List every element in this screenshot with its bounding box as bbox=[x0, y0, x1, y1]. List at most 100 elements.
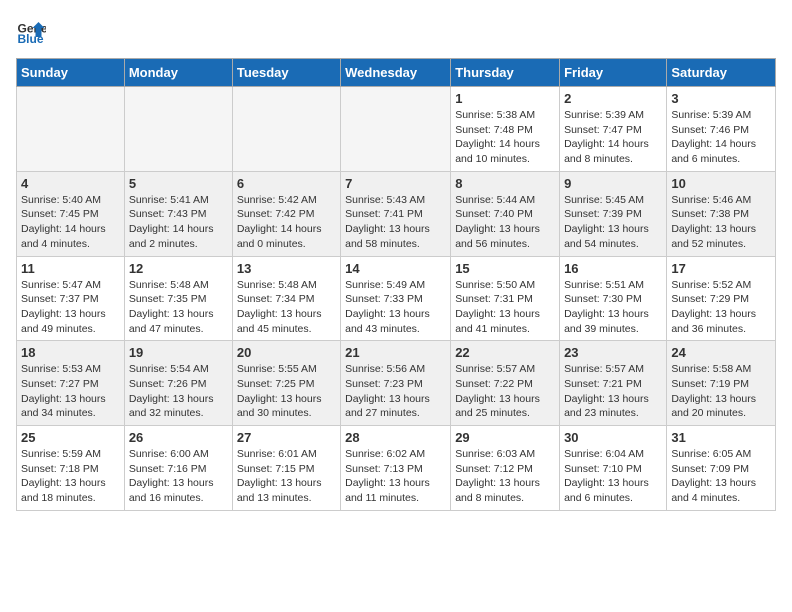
day-info: Sunrise: 5:56 AM Sunset: 7:23 PM Dayligh… bbox=[345, 362, 446, 421]
day-number: 7 bbox=[345, 176, 446, 191]
day-info: Sunrise: 5:57 AM Sunset: 7:22 PM Dayligh… bbox=[455, 362, 555, 421]
day-cell-6: 6 Sunrise: 5:42 AM Sunset: 7:42 PM Daylig… bbox=[232, 171, 340, 256]
empty-cell bbox=[341, 87, 451, 172]
day-info: Sunrise: 5:41 AM Sunset: 7:43 PM Dayligh… bbox=[129, 193, 228, 252]
day-cell-2: 2 Sunrise: 5:39 AM Sunset: 7:47 PM Daylig… bbox=[560, 87, 667, 172]
day-number: 27 bbox=[237, 430, 336, 445]
day-cell-13: 13 Sunrise: 5:48 AM Sunset: 7:34 PM Dayli… bbox=[232, 256, 340, 341]
day-cell-15: 15Sunrise: 5:50 AM Sunset: 7:31 PM Dayli… bbox=[451, 256, 560, 341]
day-cell-4: 4 Sunrise: 5:40 AM Sunset: 7:45 PM Daylig… bbox=[17, 171, 125, 256]
day-cell-18: 18 Sunrise: 5:53 AM Sunset: 7:27 PM Dayli… bbox=[17, 341, 125, 426]
day-number: 6 bbox=[237, 176, 336, 191]
day-number: 29 bbox=[455, 430, 555, 445]
day-info: Sunrise: 5:47 AM Sunset: 7:37 PM Dayligh… bbox=[21, 278, 120, 337]
day-number: 19 bbox=[129, 345, 228, 360]
day-info: Sunrise: 5:43 AM Sunset: 7:41 PM Dayligh… bbox=[345, 193, 446, 252]
day-cell-14: 14Sunrise: 5:49 AM Sunset: 7:33 PM Dayli… bbox=[341, 256, 451, 341]
day-cell-26: 26Sunrise: 6:00 AM Sunset: 7:16 PM Dayli… bbox=[124, 426, 232, 511]
day-number: 3 bbox=[671, 91, 771, 106]
day-number: 24 bbox=[671, 345, 771, 360]
day-info: Sunrise: 5:58 AM Sunset: 7:19 PM Dayligh… bbox=[671, 362, 771, 421]
day-info: Sunrise: 5:45 AM Sunset: 7:39 PM Dayligh… bbox=[564, 193, 662, 252]
day-number: 26 bbox=[129, 430, 228, 445]
day-info: Sunrise: 5:48 AM Sunset: 7:34 PM Dayligh… bbox=[237, 278, 336, 337]
week-row-1: 1Sunrise: 5:38 AM Sunset: 7:48 PM Daylig… bbox=[17, 87, 776, 172]
day-cell-7: 7 Sunrise: 5:43 AM Sunset: 7:41 PM Daylig… bbox=[341, 171, 451, 256]
day-info: Sunrise: 5:54 AM Sunset: 7:26 PM Dayligh… bbox=[129, 362, 228, 421]
day-number: 15 bbox=[455, 261, 555, 276]
week-row-4: 18 Sunrise: 5:53 AM Sunset: 7:27 PM Dayli… bbox=[17, 341, 776, 426]
day-info: Sunrise: 5:39 AM Sunset: 7:46 PM Dayligh… bbox=[671, 108, 771, 167]
day-cell-24: 24 Sunrise: 5:58 AM Sunset: 7:19 PM Dayli… bbox=[667, 341, 776, 426]
day-number: 11 bbox=[21, 261, 120, 276]
logo: General Blue bbox=[16, 16, 50, 46]
calendar-table: SundayMondayTuesdayWednesdayThursdayFrid… bbox=[16, 58, 776, 511]
day-number: 1 bbox=[455, 91, 555, 106]
day-number: 10 bbox=[671, 176, 771, 191]
day-number: 13 bbox=[237, 261, 336, 276]
weekday-header-row: SundayMondayTuesdayWednesdayThursdayFrid… bbox=[17, 59, 776, 87]
day-cell-8: 8 Sunrise: 5:44 AM Sunset: 7:40 PM Daylig… bbox=[451, 171, 560, 256]
day-info: Sunrise: 5:39 AM Sunset: 7:47 PM Dayligh… bbox=[564, 108, 662, 167]
day-cell-30: 30 Sunrise: 6:04 AM Sunset: 7:10 PM Dayli… bbox=[560, 426, 667, 511]
day-cell-12: 12 Sunrise: 5:48 AM Sunset: 7:35 PM Dayli… bbox=[124, 256, 232, 341]
day-number: 18 bbox=[21, 345, 120, 360]
weekday-header-wednesday: Wednesday bbox=[341, 59, 451, 87]
day-number: 16 bbox=[564, 261, 662, 276]
day-number: 5 bbox=[129, 176, 228, 191]
day-cell-16: 16 Sunrise: 5:51 AM Sunset: 7:30 PM Dayli… bbox=[560, 256, 667, 341]
day-cell-17: 17 Sunrise: 5:52 AM Sunset: 7:29 PM Dayli… bbox=[667, 256, 776, 341]
day-number: 20 bbox=[237, 345, 336, 360]
day-cell-28: 28 Sunrise: 6:02 AM Sunset: 7:13 PM Dayli… bbox=[341, 426, 451, 511]
day-info: Sunrise: 5:57 AM Sunset: 7:21 PM Dayligh… bbox=[564, 362, 662, 421]
day-info: Sunrise: 6:04 AM Sunset: 7:10 PM Dayligh… bbox=[564, 447, 662, 506]
day-cell-10: 10Sunrise: 5:46 AM Sunset: 7:38 PM Dayli… bbox=[667, 171, 776, 256]
day-info: Sunrise: 6:03 AM Sunset: 7:12 PM Dayligh… bbox=[455, 447, 555, 506]
day-number: 12 bbox=[129, 261, 228, 276]
day-info: Sunrise: 6:02 AM Sunset: 7:13 PM Dayligh… bbox=[345, 447, 446, 506]
day-number: 8 bbox=[455, 176, 555, 191]
weekday-header-thursday: Thursday bbox=[451, 59, 560, 87]
day-number: 21 bbox=[345, 345, 446, 360]
weekday-header-friday: Friday bbox=[560, 59, 667, 87]
day-number: 30 bbox=[564, 430, 662, 445]
day-number: 22 bbox=[455, 345, 555, 360]
empty-cell bbox=[124, 87, 232, 172]
day-cell-5: 5 Sunrise: 5:41 AM Sunset: 7:43 PM Daylig… bbox=[124, 171, 232, 256]
weekday-header-monday: Monday bbox=[124, 59, 232, 87]
day-info: Sunrise: 5:48 AM Sunset: 7:35 PM Dayligh… bbox=[129, 278, 228, 337]
day-number: 9 bbox=[564, 176, 662, 191]
day-number: 17 bbox=[671, 261, 771, 276]
logo-icon: General Blue bbox=[16, 16, 46, 46]
day-cell-22: 22 Sunrise: 5:57 AM Sunset: 7:22 PM Dayli… bbox=[451, 341, 560, 426]
day-info: Sunrise: 5:55 AM Sunset: 7:25 PM Dayligh… bbox=[237, 362, 336, 421]
empty-cell bbox=[232, 87, 340, 172]
day-number: 28 bbox=[345, 430, 446, 445]
day-info: Sunrise: 6:05 AM Sunset: 7:09 PM Dayligh… bbox=[671, 447, 771, 506]
day-info: Sunrise: 5:53 AM Sunset: 7:27 PM Dayligh… bbox=[21, 362, 120, 421]
day-cell-9: 9 Sunrise: 5:45 AM Sunset: 7:39 PM Daylig… bbox=[560, 171, 667, 256]
day-number: 31 bbox=[671, 430, 771, 445]
day-cell-1: 1Sunrise: 5:38 AM Sunset: 7:48 PM Daylig… bbox=[451, 87, 560, 172]
day-info: Sunrise: 5:51 AM Sunset: 7:30 PM Dayligh… bbox=[564, 278, 662, 337]
day-info: Sunrise: 5:40 AM Sunset: 7:45 PM Dayligh… bbox=[21, 193, 120, 252]
week-row-5: 25Sunrise: 5:59 AM Sunset: 7:18 PM Dayli… bbox=[17, 426, 776, 511]
day-cell-21: 21 Sunrise: 5:56 AM Sunset: 7:23 PM Dayli… bbox=[341, 341, 451, 426]
day-cell-11: 11 Sunrise: 5:47 AM Sunset: 7:37 PM Dayli… bbox=[17, 256, 125, 341]
day-info: Sunrise: 5:44 AM Sunset: 7:40 PM Dayligh… bbox=[455, 193, 555, 252]
day-cell-20: 20 Sunrise: 5:55 AM Sunset: 7:25 PM Dayli… bbox=[232, 341, 340, 426]
day-number: 4 bbox=[21, 176, 120, 191]
page-header: General Blue bbox=[16, 16, 776, 46]
weekday-header-sunday: Sunday bbox=[17, 59, 125, 87]
day-info: Sunrise: 5:49 AM Sunset: 7:33 PM Dayligh… bbox=[345, 278, 446, 337]
day-number: 23 bbox=[564, 345, 662, 360]
empty-cell bbox=[17, 87, 125, 172]
day-info: Sunrise: 5:52 AM Sunset: 7:29 PM Dayligh… bbox=[671, 278, 771, 337]
weekday-header-tuesday: Tuesday bbox=[232, 59, 340, 87]
day-number: 2 bbox=[564, 91, 662, 106]
week-row-2: 4 Sunrise: 5:40 AM Sunset: 7:45 PM Daylig… bbox=[17, 171, 776, 256]
weekday-header-saturday: Saturday bbox=[667, 59, 776, 87]
day-info: Sunrise: 5:42 AM Sunset: 7:42 PM Dayligh… bbox=[237, 193, 336, 252]
day-cell-19: 19 Sunrise: 5:54 AM Sunset: 7:26 PM Dayli… bbox=[124, 341, 232, 426]
day-cell-27: 27Sunrise: 6:01 AM Sunset: 7:15 PM Dayli… bbox=[232, 426, 340, 511]
